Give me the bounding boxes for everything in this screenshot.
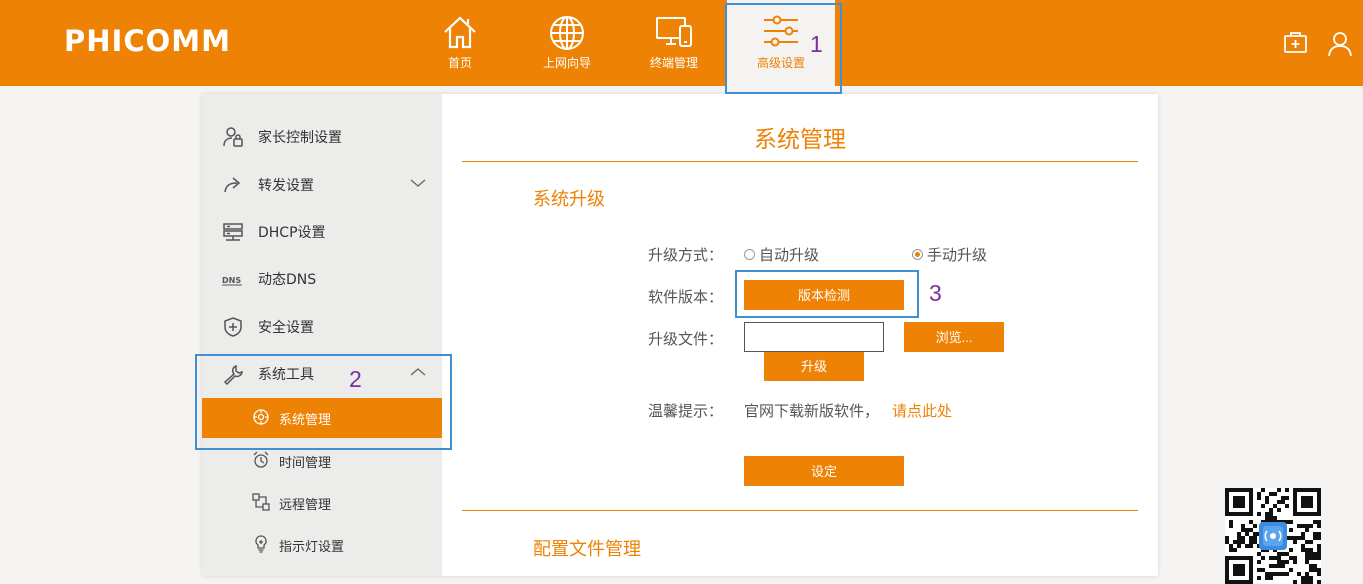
top-bar: PHICOMM 首页 上网向导 终端管理 高级设置 <box>0 0 1363 86</box>
partial-circle-icon <box>222 94 244 100</box>
browse-button[interactable]: 浏览... <box>904 322 1004 352</box>
sidebar-item-dhcp[interactable]: DHCP设置 <box>202 211 442 251</box>
section-title-config: 配置文件管理 <box>533 539 641 560</box>
dns-icon: DNS <box>222 276 242 286</box>
bulb-icon <box>255 535 267 553</box>
nav-home[interactable]: 首页 <box>406 0 514 86</box>
chevron-down-icon <box>410 179 426 187</box>
radio-manual-upgrade[interactable]: 手动升级 <box>912 244 987 265</box>
radio-label: 自动升级 <box>759 246 820 264</box>
radio-dot <box>744 249 755 260</box>
annotation-number-1: 1 <box>810 31 823 57</box>
set-button[interactable]: 设定 <box>744 456 904 486</box>
sidebar-item-security[interactable]: 安全设置 <box>202 306 442 346</box>
sidebar-item-label: 转发设置 <box>258 178 314 194</box>
alarm-clock-icon <box>253 451 269 468</box>
server-icon <box>223 223 243 241</box>
sidebar-subitem-indicator-light[interactable]: 指示灯设置 <box>202 525 442 565</box>
sidebar-item-parental-control[interactable]: 家长控制设置 <box>202 116 442 156</box>
nav-home-label: 首页 <box>447 56 472 70</box>
svg-text:DNS: DNS <box>222 276 241 285</box>
upgrade-mode-label: 升级方式： <box>648 246 724 264</box>
nav-internet-wizard-label: 上网向导 <box>542 56 591 70</box>
tip-label: 温馨提示： <box>648 402 724 420</box>
sidebar-subitem-label: 指示灯设置 <box>279 540 345 555</box>
globe-icon <box>550 16 584 50</box>
nav-device-management-label: 终端管理 <box>649 56 698 70</box>
sidebar-item-label: DHCP设置 <box>258 225 326 241</box>
home-icon <box>444 16 476 49</box>
content-area: 系统管理 系统升级 升级方式： 自动升级 手动升级 软件版本： 版本检测 升级文… <box>442 94 1158 576</box>
devices-icon <box>656 17 692 47</box>
sidebar-item-label: 安全设置 <box>258 320 314 336</box>
section-title-upgrade: 系统升级 <box>533 189 605 210</box>
qr-code-image <box>1225 488 1321 584</box>
sidebar-subitem-label: 远程管理 <box>279 498 332 513</box>
nav-internet-wizard[interactable]: 上网向导 <box>513 0 621 86</box>
tip-download-link[interactable]: 请点此处 <box>892 400 952 421</box>
main-panel: 家长控制设置 转发设置 DHCP设置 DNS 动态DNS 安全设置 系统工具 系… <box>202 94 1158 576</box>
logo: PHICOMM <box>64 24 231 58</box>
sidebar-item-ddns[interactable]: DNS 动态DNS <box>202 258 442 298</box>
parent-control-icon <box>223 127 243 147</box>
sidebar: 家长控制设置 转发设置 DHCP设置 DNS 动态DNS 安全设置 系统工具 系… <box>202 94 442 576</box>
section-divider <box>462 510 1138 511</box>
annotation-number-2: 2 <box>349 366 362 392</box>
sidebar-item-label: 家长控制设置 <box>258 130 342 146</box>
annotation-box-1 <box>725 3 842 94</box>
annotation-number-3: 3 <box>929 280 942 306</box>
sidebar-item-label: 动态DNS <box>258 272 317 288</box>
radio-label: 手动升级 <box>927 246 988 264</box>
tip-text: 官网下载新版软件， <box>744 402 880 420</box>
forward-icon <box>224 177 241 193</box>
annotation-box-3 <box>735 270 919 318</box>
sidebar-item-forwarding[interactable]: 转发设置 <box>202 164 442 204</box>
radio-dot-selected <box>912 249 923 260</box>
sidebar-subitem-remote-management[interactable]: 远程管理 <box>202 483 442 523</box>
shield-icon <box>224 317 242 337</box>
sidebar-subitem-label: 时间管理 <box>279 456 332 471</box>
upgrade-file-input[interactable] <box>744 322 884 352</box>
user-icon[interactable] <box>1326 30 1354 58</box>
radio-auto-upgrade[interactable]: 自动升级 <box>744 244 819 265</box>
annotation-box-2 <box>195 354 452 450</box>
remote-icon <box>252 493 270 511</box>
title-divider <box>462 161 1138 162</box>
software-version-label: 软件版本： <box>648 288 724 306</box>
upgrade-button[interactable]: 升级 <box>764 352 864 381</box>
toolbox-icon[interactable] <box>1283 30 1308 55</box>
nav-device-management[interactable]: 终端管理 <box>620 0 728 86</box>
upgrade-file-label: 升级文件： <box>648 330 724 348</box>
page-title: 系统管理 <box>754 127 846 153</box>
